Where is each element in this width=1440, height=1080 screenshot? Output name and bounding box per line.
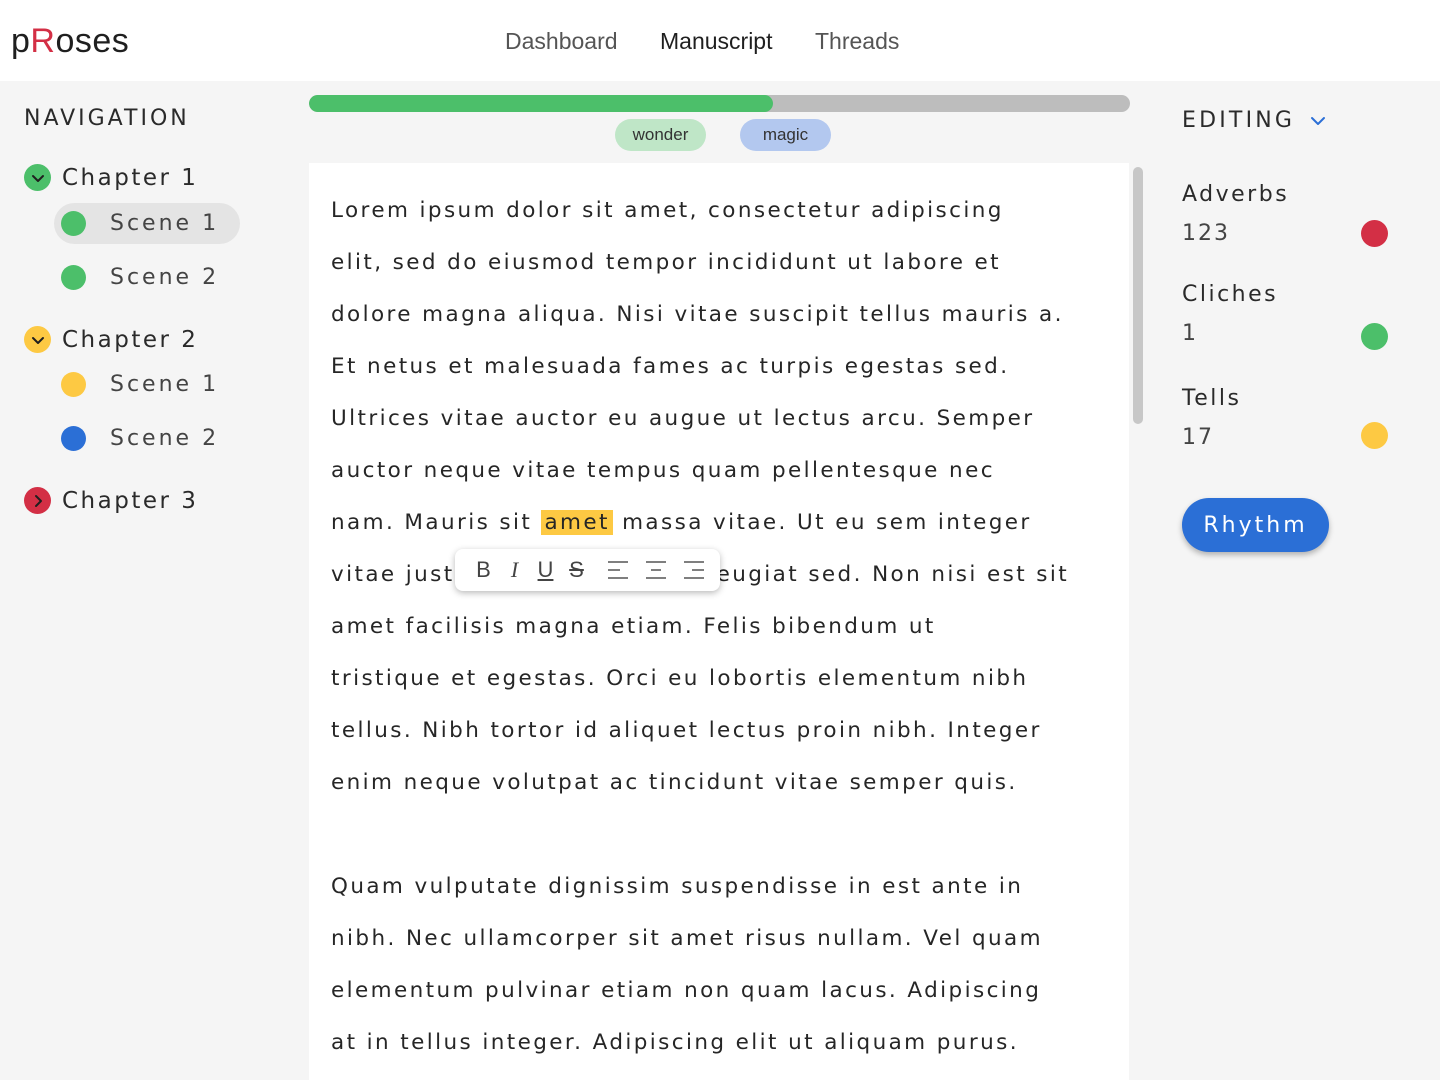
status-dot-icon	[1361, 422, 1388, 449]
metric-adverbs-value: 123	[1182, 221, 1230, 246]
align-left-icon	[607, 561, 628, 579]
scene-label: Scene 2	[110, 265, 220, 290]
status-dot-icon	[61, 426, 86, 451]
underline-button[interactable]: U	[530, 554, 561, 586]
scene-label: Scene 1	[110, 372, 220, 397]
italic-button[interactable]: I	[499, 554, 530, 586]
sidebar-chapter-1[interactable]: Chapter 1	[24, 164, 198, 191]
editor-content[interactable]: Lorem ipsum dolor sit amet, consectetur …	[331, 185, 1127, 1069]
align-center-button[interactable]	[640, 554, 671, 586]
nav-tab-dashboard[interactable]: Dashboard	[505, 28, 618, 55]
status-dot-icon	[61, 265, 86, 290]
status-dot-icon	[1361, 323, 1388, 350]
metric-cliches-label: Cliches	[1182, 282, 1279, 307]
tag-magic[interactable]: magic	[740, 119, 831, 151]
strikethrough-button[interactable]: S	[561, 554, 592, 586]
chevron-down-icon	[24, 164, 51, 191]
status-dot-icon	[61, 372, 86, 397]
editor-scrollbar[interactable]	[1131, 163, 1145, 1080]
chevron-right-icon	[24, 487, 51, 514]
editing-title-label: EDITING	[1182, 108, 1296, 133]
status-dot-icon	[61, 211, 86, 236]
progress-fill	[309, 95, 773, 112]
sidebar-scene-2-1[interactable]: Scene 1	[61, 372, 219, 397]
nav-tab-manuscript[interactable]: Manuscript	[660, 28, 772, 55]
status-dot-icon	[1361, 220, 1388, 247]
navigation-heading: NAVIGATION	[24, 106, 190, 131]
paragraph-2: Quam vulputate dignissim suspendisse in …	[331, 874, 1043, 1055]
sidebar-scene-1-2[interactable]: Scene 2	[61, 265, 219, 290]
scene-label: Scene 1	[110, 211, 220, 236]
metric-tells-value: 17	[1182, 425, 1214, 450]
chevron-down-icon	[24, 326, 51, 353]
metric-cliches-value: 1	[1182, 321, 1198, 346]
metric-tells-label: Tells	[1182, 386, 1242, 411]
metric-adverbs-label: Adverbs	[1182, 182, 1290, 207]
align-center-icon	[645, 561, 666, 579]
scrollbar-thumb[interactable]	[1133, 167, 1143, 424]
highlighted-word[interactable]: amet	[541, 510, 613, 535]
manuscript-progress-bar	[309, 95, 1130, 112]
tag-wonder[interactable]: wonder	[615, 119, 706, 151]
rhythm-button[interactable]: Rhythm	[1182, 498, 1329, 552]
chapter-label: Chapter 3	[62, 487, 199, 514]
chapter-label: Chapter 1	[62, 164, 199, 191]
align-right-icon	[683, 561, 704, 579]
align-right-button[interactable]	[678, 554, 709, 586]
manuscript-editor[interactable]: Lorem ipsum dolor sit amet, consectetur …	[309, 163, 1129, 1080]
editing-mode-dropdown[interactable]: EDITING	[1182, 108, 1327, 133]
paragraph-1: Lorem ipsum dolor sit amet, consectetur …	[331, 198, 1070, 795]
sidebar-scene-2-2[interactable]: Scene 2	[61, 426, 219, 451]
chevron-down-icon	[1311, 116, 1326, 125]
top-navigation: Dashboard Manuscript Threads	[0, 28, 1440, 58]
sidebar-chapter-3[interactable]: Chapter 3	[24, 487, 198, 514]
app-header: pRoses Dashboard Manuscript Threads	[0, 0, 1440, 81]
scene-label: Scene 2	[110, 426, 220, 451]
sidebar-scene-1-1[interactable]: Scene 1	[61, 211, 219, 236]
nav-tab-threads[interactable]: Threads	[815, 28, 899, 55]
chapter-label: Chapter 2	[62, 326, 199, 353]
bold-button[interactable]: B	[468, 554, 499, 586]
sidebar-chapter-2[interactable]: Chapter 2	[24, 326, 198, 353]
format-toolbar: B I U S	[455, 549, 720, 591]
align-left-button[interactable]	[602, 554, 633, 586]
